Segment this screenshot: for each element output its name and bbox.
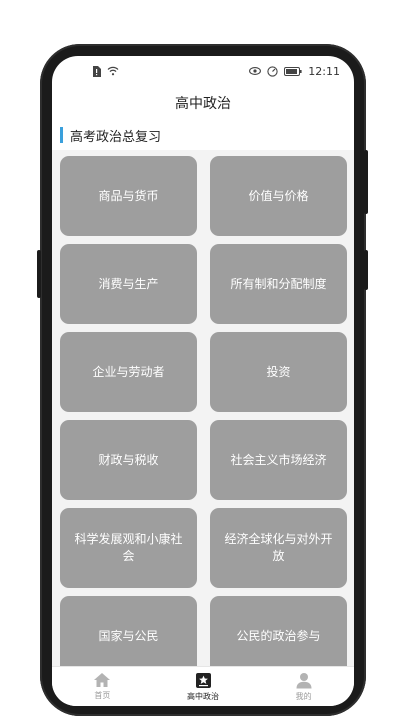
topic-card-label: 国家与公民 [98, 628, 159, 643]
topic-card[interactable]: 所有制和分配制度 [210, 244, 347, 324]
phone-screen: 12:11 高中政治 高考政治总复习 商品与货币 价值与价格 消费与生产 所有制… [52, 56, 354, 706]
bottom-tab-bar: 首页 高中政治 我的 [52, 666, 354, 706]
topic-card[interactable]: 投资 [210, 332, 347, 412]
eye-icon [249, 67, 262, 75]
topic-card[interactable]: 商品与货币 [60, 156, 197, 236]
wifi-icon [107, 66, 119, 76]
status-bar: 12:11 [52, 56, 354, 86]
topic-card-label: 公民的政治参与 [236, 628, 321, 643]
topic-card-label: 经济全球化与对外开放 [224, 532, 333, 563]
topic-card-label: 财政与税收 [98, 452, 159, 467]
phone-side-button [37, 250, 41, 298]
topic-card-label: 科学发展观和小康社会 [74, 532, 183, 563]
section-title: 高考政治总复习 [70, 129, 162, 145]
home-icon [93, 672, 111, 688]
topic-card[interactable]: 公民的政治参与 [210, 596, 347, 667]
tab-label: 高中政治 [187, 691, 219, 701]
tab-home[interactable]: 首页 [52, 667, 153, 706]
topic-card[interactable]: 企业与劳动者 [60, 332, 197, 412]
topic-card[interactable]: 国家与公民 [60, 596, 197, 667]
topic-card-label: 价值与价格 [248, 188, 309, 203]
section-header: 高考政治总复习 [52, 120, 354, 150]
topic-card-label: 所有制和分配制度 [230, 276, 327, 291]
topic-grid: 商品与货币 价值与价格 消费与生产 所有制和分配制度 企业与劳动者 投资 财政与… [60, 156, 347, 667]
topic-card-label: 消费与生产 [98, 276, 159, 291]
topic-card[interactable]: 社会主义市场经济 [210, 420, 347, 500]
topic-card[interactable]: 价值与价格 [210, 156, 347, 236]
phone-volume-button [364, 150, 368, 214]
topic-card[interactable]: 消费与生产 [60, 244, 197, 324]
topic-card-label: 社会主义市场经济 [230, 452, 327, 467]
star-icon [195, 672, 212, 689]
tab-label: 首页 [94, 691, 111, 700]
tab-mine[interactable]: 我的 [253, 667, 354, 706]
status-time: 12:11 [308, 64, 340, 78]
topic-card[interactable]: 经济全球化与对外开放 [210, 508, 347, 588]
person-icon [295, 672, 313, 689]
topic-card[interactable]: 科学发展观和小康社会 [60, 508, 197, 588]
tab-label: 我的 [295, 691, 312, 701]
speed-icon [267, 65, 278, 77]
topic-card[interactable]: 财政与税收 [60, 420, 197, 500]
phone-power-button [364, 250, 368, 290]
topic-card-label: 商品与货币 [98, 188, 159, 203]
topic-card-label: 投资 [266, 364, 291, 379]
tab-politics[interactable]: 高中政治 [153, 667, 254, 706]
content-area: 高考政治总复习 商品与货币 价值与价格 消费与生产 所有制和分配制度 企业与劳动… [52, 120, 354, 667]
page-title: 高中政治 [52, 86, 354, 120]
section-accent-bar [60, 127, 63, 143]
battery-icon [284, 66, 302, 76]
sim-alert-icon [92, 65, 101, 77]
topic-card-label: 企业与劳动者 [92, 364, 165, 379]
